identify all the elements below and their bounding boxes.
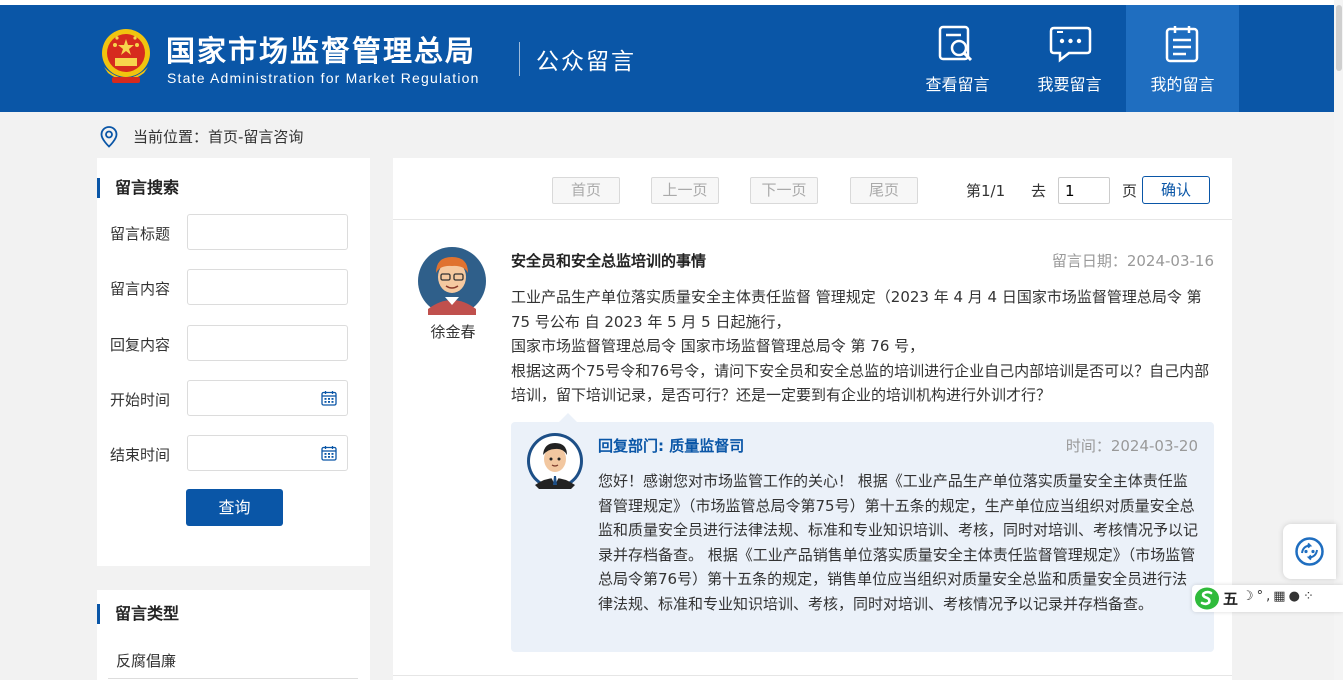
page-status: 第1/1	[966, 182, 1006, 200]
ime-tool-icons[interactable]: ☽°,▦●⁘	[1242, 589, 1317, 604]
logo-english-name: State Administration for Market Regulati…	[167, 70, 480, 86]
chat-bubble-icon	[1049, 26, 1092, 63]
official-avatar	[527, 433, 583, 489]
national-emblem-icon	[102, 29, 150, 83]
punctuation-icon[interactable]: °,	[1257, 589, 1274, 604]
type-item-anticorruption[interactable]: 反腐倡廉	[116, 650, 176, 671]
user-icon[interactable]: ●	[1289, 589, 1303, 604]
nav-label: 查看留言	[925, 75, 990, 94]
next-page-button[interactable]: 下一页	[750, 177, 818, 204]
reply-field-label: 回复内容	[110, 336, 171, 354]
search-panel: 留言搜索 留言标题 留言内容 回复内容 开始时间 结束时间 查询	[97, 158, 370, 566]
reply-body: 您好！感谢您对市场监管工作的关心！ 根据《工业产品生产单位落实质量安全主体责任监…	[598, 472, 1199, 613]
header-divider	[519, 42, 520, 76]
calendar-icon[interactable]	[321, 445, 337, 461]
search-message-icon	[938, 25, 973, 62]
search-button[interactable]: 查询	[186, 489, 283, 526]
nav-my-messages[interactable]: 我的留言	[1126, 5, 1239, 112]
confirm-page-button[interactable]: 确认	[1142, 176, 1210, 204]
goto-suffix: 页	[1122, 182, 1138, 200]
section-title: 公众留言	[536, 49, 636, 75]
content-field-label: 留言内容	[110, 280, 171, 298]
ime-input-mode[interactable]: 五	[1223, 588, 1238, 609]
content-field[interactable]	[187, 269, 348, 305]
goto-prefix: 去	[1031, 182, 1047, 200]
page-number-input[interactable]	[1058, 177, 1110, 204]
page-scrollbar-thumb[interactable]	[1336, 5, 1342, 71]
search-panel-title: 留言搜索	[97, 178, 179, 198]
start-date-label: 开始时间	[110, 391, 171, 409]
user-name: 徐金春	[430, 323, 476, 341]
last-page-button[interactable]: 尾页	[850, 177, 918, 204]
message-divider	[393, 675, 1232, 676]
reply-date: 时间：2024-03-20	[1065, 437, 1198, 455]
nav-label: 我要留言	[1037, 75, 1102, 94]
message-list-panel: 首页 上一页 下一页 尾页 第1/1 去 页 确认 徐金春 安全员和安全总监培训…	[393, 158, 1232, 680]
title-field-label: 留言标题	[110, 225, 171, 243]
user-avatar	[418, 247, 486, 315]
calendar-icon[interactable]	[321, 390, 337, 406]
reply-pointer	[559, 413, 577, 422]
nav-label: 我的留言	[1150, 75, 1215, 94]
sogou-ime-logo-icon[interactable]	[1194, 586, 1220, 611]
breadcrumb: 当前位置：首页-留言咨询	[133, 128, 304, 146]
moon-icon[interactable]: ☽	[1242, 589, 1257, 604]
location-pin-icon	[100, 126, 118, 148]
ime-toolbar[interactable]: 五 ☽°,▦●⁘	[1192, 585, 1343, 612]
type-panel-title: 留言类型	[97, 604, 179, 624]
keyboard-icon[interactable]: ▦	[1273, 589, 1288, 604]
refresh-assistant-icon	[1295, 537, 1324, 566]
clipboard-list-icon	[1165, 26, 1199, 63]
prev-page-button[interactable]: 上一页	[651, 177, 719, 204]
end-date-label: 结束时间	[110, 446, 171, 464]
reply-department: 回复部门: 质量监督司	[598, 437, 745, 455]
nav-leave-message[interactable]: 我要留言	[1013, 5, 1126, 112]
type-divider	[108, 678, 358, 679]
pager-divider	[393, 219, 1232, 220]
message-title[interactable]: 安全员和安全总监培训的事情	[511, 250, 706, 271]
site-header: 国家市场监督管理总局 State Administration for Mark…	[0, 0, 1343, 112]
message-paragraph: 根据这两个75号令和76号令，请问下安全员和安全总监的培训进行企业自己内部培训是…	[511, 361, 1210, 405]
first-page-button[interactable]: 首页	[552, 177, 620, 204]
message-date: 留言日期：2024-03-16	[1051, 252, 1214, 270]
message-paragraph: 国家市场监督管理总局令 国家市场监督管理总局令 第 76 号，	[511, 337, 925, 355]
message-type-panel: 留言类型 反腐倡廉	[97, 590, 370, 680]
more-icon[interactable]: ⁘	[1303, 589, 1317, 604]
reply-box: 回复部门: 质量监督司 时间：2024-03-20 您好！感谢您对市场监管工作的…	[511, 413, 1214, 652]
title-field[interactable]	[187, 214, 348, 250]
message-body: 工业产品生产单位落实质量安全主体责任监督 管理规定（2023 年 4 月 4 日…	[511, 285, 1214, 408]
message-paragraph: 工业产品生产单位落实质量安全主体责任监督 管理规定（2023 年 4 月 4 日…	[511, 288, 1202, 331]
logo-chinese-name: 国家市场监督管理总局	[166, 34, 477, 68]
nav-view-messages[interactable]: 查看留言	[901, 5, 1014, 112]
floating-assistant-button[interactable]	[1283, 524, 1336, 579]
reply-content-field[interactable]	[187, 325, 348, 361]
